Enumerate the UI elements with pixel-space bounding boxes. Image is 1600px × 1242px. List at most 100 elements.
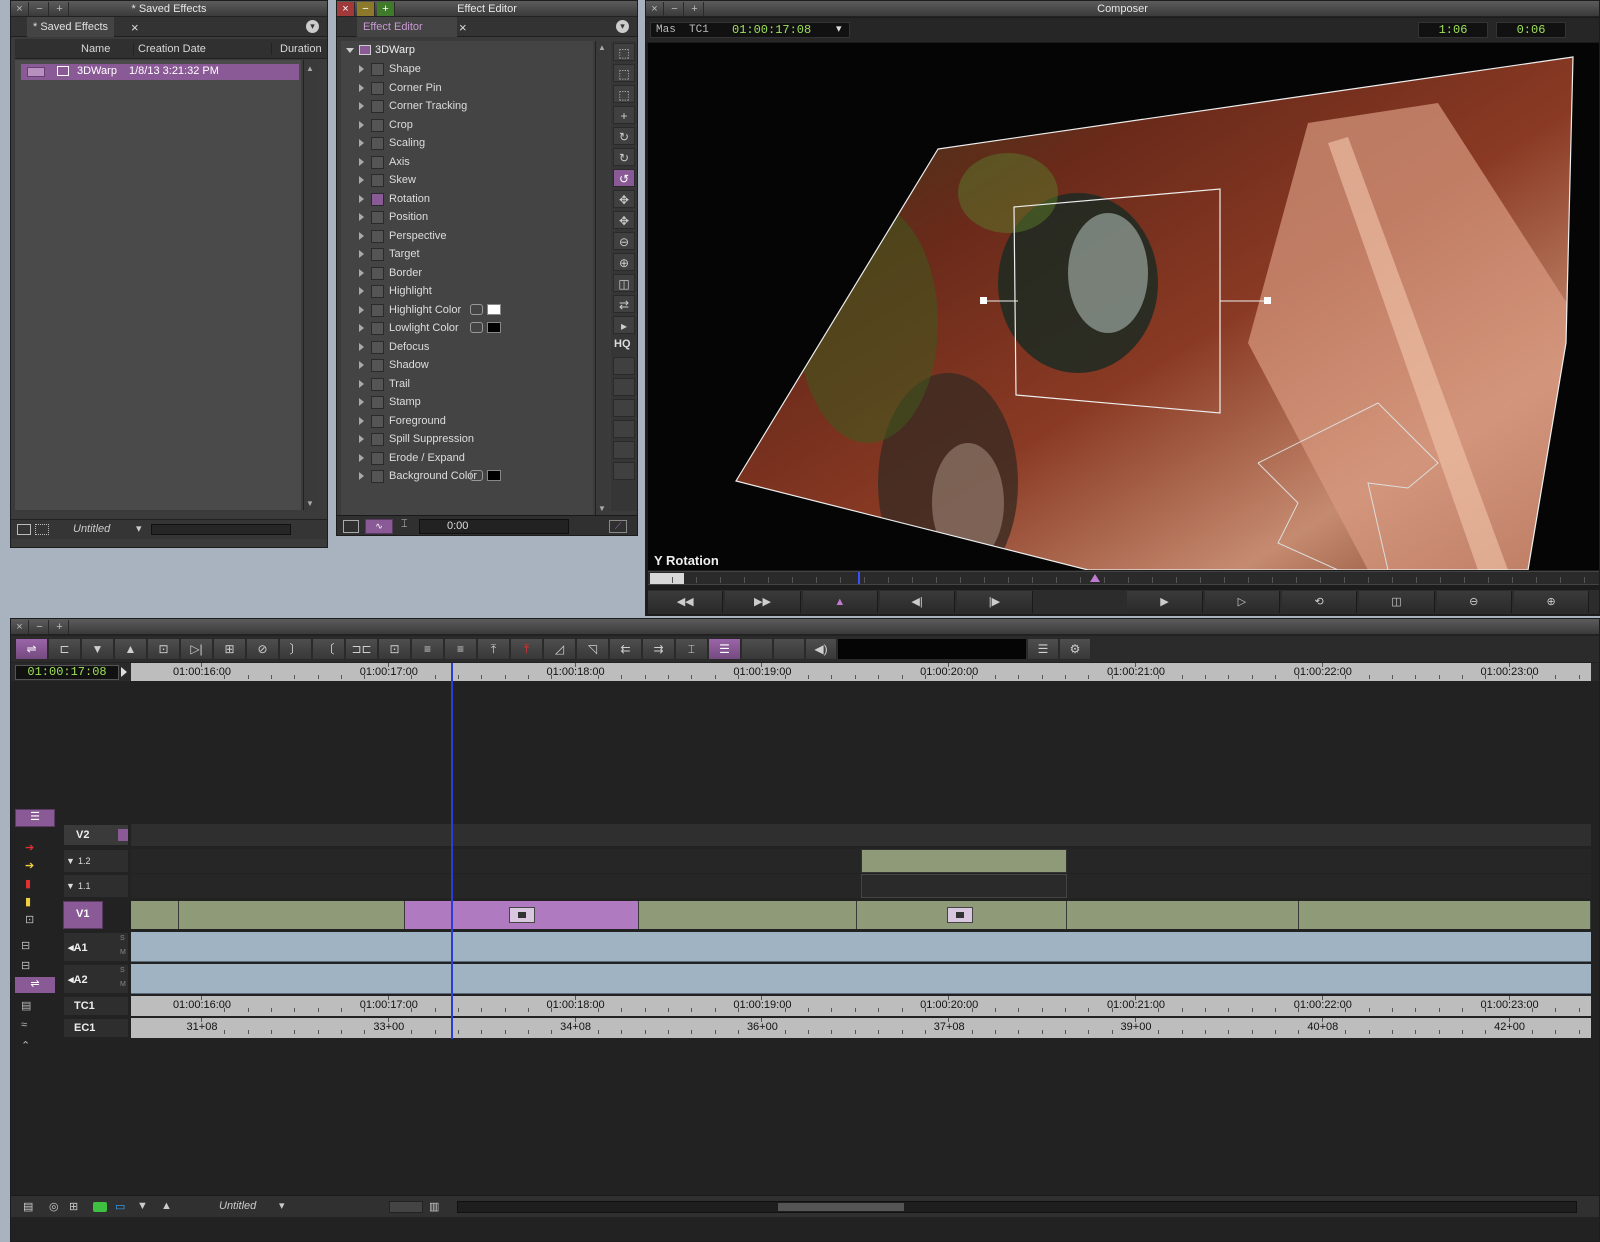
param-enable-checkbox[interactable]	[371, 63, 384, 76]
audio-waveform-icon[interactable]: ≈	[21, 1019, 27, 1031]
track-view-icon[interactable]: ⊞	[69, 1200, 78, 1213]
bin-scrollbar[interactable]: ▲ ▼	[303, 60, 317, 510]
v1-clip-1[interactable]	[131, 901, 179, 929]
step-back-icon[interactable]: ◀|	[879, 591, 956, 613]
color-swatch[interactable]	[487, 470, 501, 481]
empty-tool-slot[interactable]	[613, 441, 635, 459]
play-loop-icon[interactable]: ▸	[613, 316, 635, 334]
timeline-position-timecode[interactable]: 01:00:17:08	[15, 665, 119, 680]
video-quality-icon[interactable]: ⊟	[21, 939, 30, 952]
empty-tool-slot[interactable]	[613, 399, 635, 417]
mute-button-a1[interactable]: M	[120, 949, 126, 956]
eyedropper-icon[interactable]	[470, 470, 483, 481]
mark-in-icon[interactable]: 〔	[312, 638, 345, 660]
column-name[interactable]: Name	[81, 43, 110, 55]
v1-clip-2[interactable]	[179, 901, 405, 929]
param-enable-checkbox[interactable]	[371, 118, 384, 132]
close-window-icon[interactable]: ×	[337, 2, 355, 16]
param-row-foreground[interactable]: Foreground	[341, 413, 591, 430]
track-v1[interactable]	[131, 901, 1591, 929]
track-panel-icon[interactable]: ☰	[708, 638, 741, 660]
lift-icon[interactable]: ▼	[81, 638, 114, 660]
param-row-background-color[interactable]: Background Color	[341, 468, 591, 485]
disclosure-closed-icon[interactable]	[359, 213, 364, 221]
composer-position-bar[interactable]	[648, 571, 1599, 585]
collapse-icon[interactable]: ≡	[444, 638, 477, 660]
render-effect-icon[interactable]	[343, 520, 359, 533]
zoom-in-icon[interactable]: ⊕	[613, 253, 635, 271]
split-icon[interactable]: ⌶	[401, 518, 408, 531]
param-enable-checkbox[interactable]	[371, 396, 384, 409]
v1-clip-6[interactable]	[1067, 901, 1299, 929]
trim-right-icon[interactable]: ⇉	[642, 638, 675, 660]
fast-menu-icon[interactable]: ▾	[616, 20, 629, 33]
param-enable-checkbox[interactable]	[371, 433, 384, 446]
tab-effect-editor[interactable]: Effect Editor	[357, 17, 457, 37]
expand-layer-icon[interactable]: ▼	[66, 881, 75, 891]
param-enable-checkbox[interactable]	[371, 81, 384, 95]
disclosure-closed-icon[interactable]	[359, 472, 364, 480]
position-indicator[interactable]	[858, 572, 860, 584]
empty-tool-slot[interactable]	[613, 378, 635, 396]
match-frame-icon[interactable]: ⊡	[147, 638, 180, 660]
trim-left-icon[interactable]: ⇇	[609, 638, 642, 660]
param-row-highlight[interactable]: Highlight	[341, 283, 591, 300]
param-row-crop[interactable]: Crop	[341, 117, 591, 134]
fast-forward-icon[interactable]: ▶▶	[725, 591, 801, 613]
top-icon[interactable]: ≡	[411, 638, 444, 660]
param-enable-checkbox[interactable]	[371, 100, 384, 113]
smart-tool-toggle[interactable]: ⇌	[15, 638, 48, 660]
overwrite-trim-icon[interactable]: ▮	[25, 877, 31, 890]
scroll-down-icon[interactable]: ▼	[306, 499, 314, 508]
zoom-out-icon[interactable]: ⊖	[613, 232, 635, 250]
param-row-position[interactable]: Position	[341, 209, 591, 226]
scale-icon[interactable]: ⬚	[613, 85, 635, 103]
param-row-shadow[interactable]: Shadow	[341, 357, 591, 374]
audio-monitor-icon[interactable]	[93, 1202, 107, 1212]
step-forward-icon[interactable]: |▶	[957, 591, 1033, 613]
param-row-rotation[interactable]: Rotation	[341, 191, 591, 208]
disclosure-closed-icon[interactable]	[359, 250, 364, 258]
video-monitor-icon[interactable]: ▭	[115, 1200, 125, 1213]
z-rotation-icon[interactable]: ↺	[613, 169, 635, 187]
counter-remaining[interactable]: 0:06	[1496, 22, 1566, 38]
param-enable-checkbox[interactable]	[371, 211, 384, 224]
scroll-thumb[interactable]	[778, 1203, 904, 1211]
track-header-v1-layer-1[interactable]: ▼ 1.1	[63, 874, 129, 898]
script-view-icon[interactable]	[35, 524, 49, 535]
effect-root-row[interactable]: 3DWarp	[341, 43, 591, 59]
settings-gear-icon[interactable]: ⚙	[1059, 638, 1091, 660]
param-row-corner-pin[interactable]: Corner Pin	[341, 80, 591, 97]
graph-view-icon[interactable]: ⟋	[609, 520, 627, 533]
param-enable-checkbox[interactable]	[371, 192, 384, 206]
param-enable-checkbox[interactable]	[371, 266, 384, 280]
audio-volume-icon[interactable]: ◀)	[805, 638, 837, 660]
list-icon[interactable]: ☰	[1027, 638, 1059, 660]
minimize-window-icon[interactable]: −	[31, 620, 49, 634]
ruler-play-icon[interactable]	[121, 667, 127, 677]
column-duration[interactable]: Duration	[271, 43, 322, 55]
timeline-scale-icon[interactable]: ▥	[429, 1200, 439, 1213]
x-rotation-icon[interactable]: ↻	[613, 127, 635, 145]
column-creation-date[interactable]: Creation Date	[133, 43, 206, 55]
scroll-up-icon[interactable]: ▲	[306, 64, 314, 73]
track-a2[interactable]	[131, 964, 1591, 994]
param-enable-checkbox[interactable]	[371, 174, 384, 187]
timeline-horizontal-scrollbar[interactable]	[457, 1201, 1577, 1213]
reduce-icon[interactable]: ⬚	[613, 43, 635, 61]
bin-horizontal-scrollbar[interactable]	[151, 524, 291, 535]
lift-overwrite-segment-icon[interactable]: ➔	[25, 841, 34, 854]
track-v2[interactable]	[131, 824, 1591, 846]
zoom-window-icon[interactable]: +	[51, 2, 69, 16]
v1-clip-5[interactable]	[861, 901, 1067, 929]
empty-tool-slot[interactable]	[613, 357, 635, 375]
disclosure-closed-icon[interactable]	[359, 453, 364, 462]
clip-layer-2[interactable]	[861, 849, 1067, 873]
clip-layer-1[interactable]	[861, 874, 1067, 898]
rewind-icon[interactable]: ◀◀	[648, 591, 724, 613]
minimize-window-icon[interactable]: −	[357, 2, 375, 16]
effect-icon[interactable]	[947, 907, 973, 923]
disclosure-closed-icon[interactable]	[359, 379, 364, 388]
zoom-window-icon[interactable]: +	[51, 620, 69, 634]
bin-view-menu[interactable]: Untitled	[73, 523, 110, 535]
